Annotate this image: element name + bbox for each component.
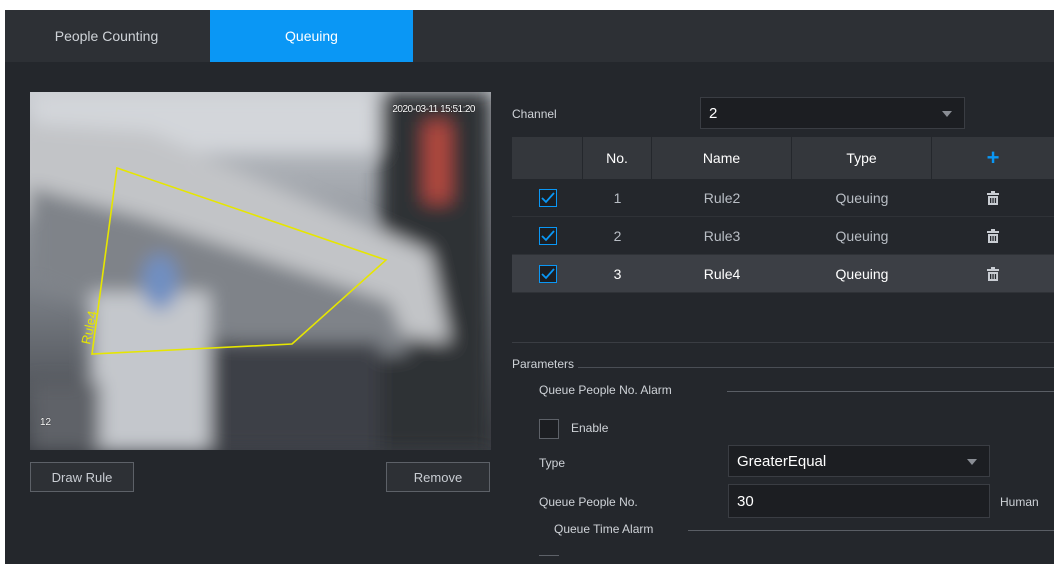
row-type: Queuing (835, 265, 889, 282)
row-name: Rule2 (703, 189, 741, 206)
table-header: No. Name Type + (512, 137, 1054, 179)
queue-people-no-value: 30 (737, 492, 754, 510)
row-name: Rule4 (703, 265, 741, 282)
row-name: Rule3 (703, 227, 741, 244)
type-value: GreaterEqual (737, 452, 827, 470)
row-checkbox[interactable] (538, 188, 557, 207)
type-select[interactable]: GreaterEqual (728, 445, 990, 477)
channel-number-overlay: 12 (40, 417, 52, 428)
enable-checkbox[interactable] (539, 419, 559, 439)
tab-people-counting[interactable]: People Counting (5, 10, 208, 62)
row-type: Queuing (835, 189, 889, 206)
header-name: Name (652, 137, 792, 179)
chevron-down-icon (967, 459, 977, 465)
row-checkbox[interactable] (538, 264, 557, 283)
header-no: No. (583, 137, 652, 179)
type-label: Type (539, 456, 566, 470)
rules-table: No. Name Type + 1 Rule2 Queuing 2 Rule3 … (512, 137, 1054, 343)
add-rule-icon[interactable]: + (987, 145, 1000, 171)
parameters-title: Parameters (512, 357, 579, 371)
delete-icon[interactable] (987, 266, 999, 281)
video-preview[interactable]: Rule4 2020-03-11 15:51:20 12 (30, 92, 491, 450)
check-icon (540, 267, 555, 279)
queue-people-alarm-divider (727, 391, 1054, 392)
enable-label: Enable (571, 421, 609, 435)
tab-bar: People Counting Queuing (5, 10, 1054, 62)
table-row-selected[interactable]: 3 Rule4 Queuing (512, 255, 1054, 293)
delete-icon[interactable] (987, 228, 999, 243)
channel-value: 2 (709, 104, 718, 122)
parameters-divider (512, 367, 1054, 368)
row-no: 2 (613, 227, 622, 244)
table-row[interactable]: 1 Rule2 Queuing (512, 179, 1054, 217)
queue-time-alarm-title: Queue Time Alarm (554, 522, 654, 536)
channel-label: Channel (512, 107, 557, 121)
preview-scene: Rule4 (30, 92, 491, 450)
table-empty-area (512, 293, 1054, 343)
video-timestamp: 2020-03-11 15:51:20 (392, 104, 475, 115)
draw-rule-button[interactable]: Draw Rule (30, 462, 134, 492)
remove-button[interactable]: Remove (386, 462, 490, 492)
delete-icon[interactable] (987, 190, 999, 205)
table-row[interactable]: 2 Rule3 Queuing (512, 217, 1054, 255)
tab-queuing[interactable]: Queuing (210, 10, 413, 62)
header-add: + (932, 137, 1054, 179)
check-icon (540, 229, 555, 241)
queue-people-no-input[interactable]: 30 (728, 484, 990, 518)
row-no: 1 (613, 189, 622, 206)
header-type: Type (792, 137, 932, 179)
header-checkbox-col (512, 137, 583, 179)
row-no: 3 (613, 265, 622, 282)
channel-select[interactable]: 2 (700, 97, 965, 129)
check-icon (540, 191, 555, 203)
queue-people-unit: Human (1000, 495, 1039, 509)
app-window: People Counting Queuing Rule4 2020-03-11… (5, 10, 1054, 564)
queue-time-alarm-divider (688, 530, 1054, 531)
queue-time-enable-checkbox-edge (539, 555, 559, 556)
queue-people-alarm-title: Queue People No. Alarm (539, 383, 672, 397)
chevron-down-icon (942, 111, 952, 117)
queue-people-no-label: Queue People No. (539, 495, 638, 509)
row-checkbox[interactable] (538, 226, 557, 245)
row-type: Queuing (835, 227, 889, 244)
